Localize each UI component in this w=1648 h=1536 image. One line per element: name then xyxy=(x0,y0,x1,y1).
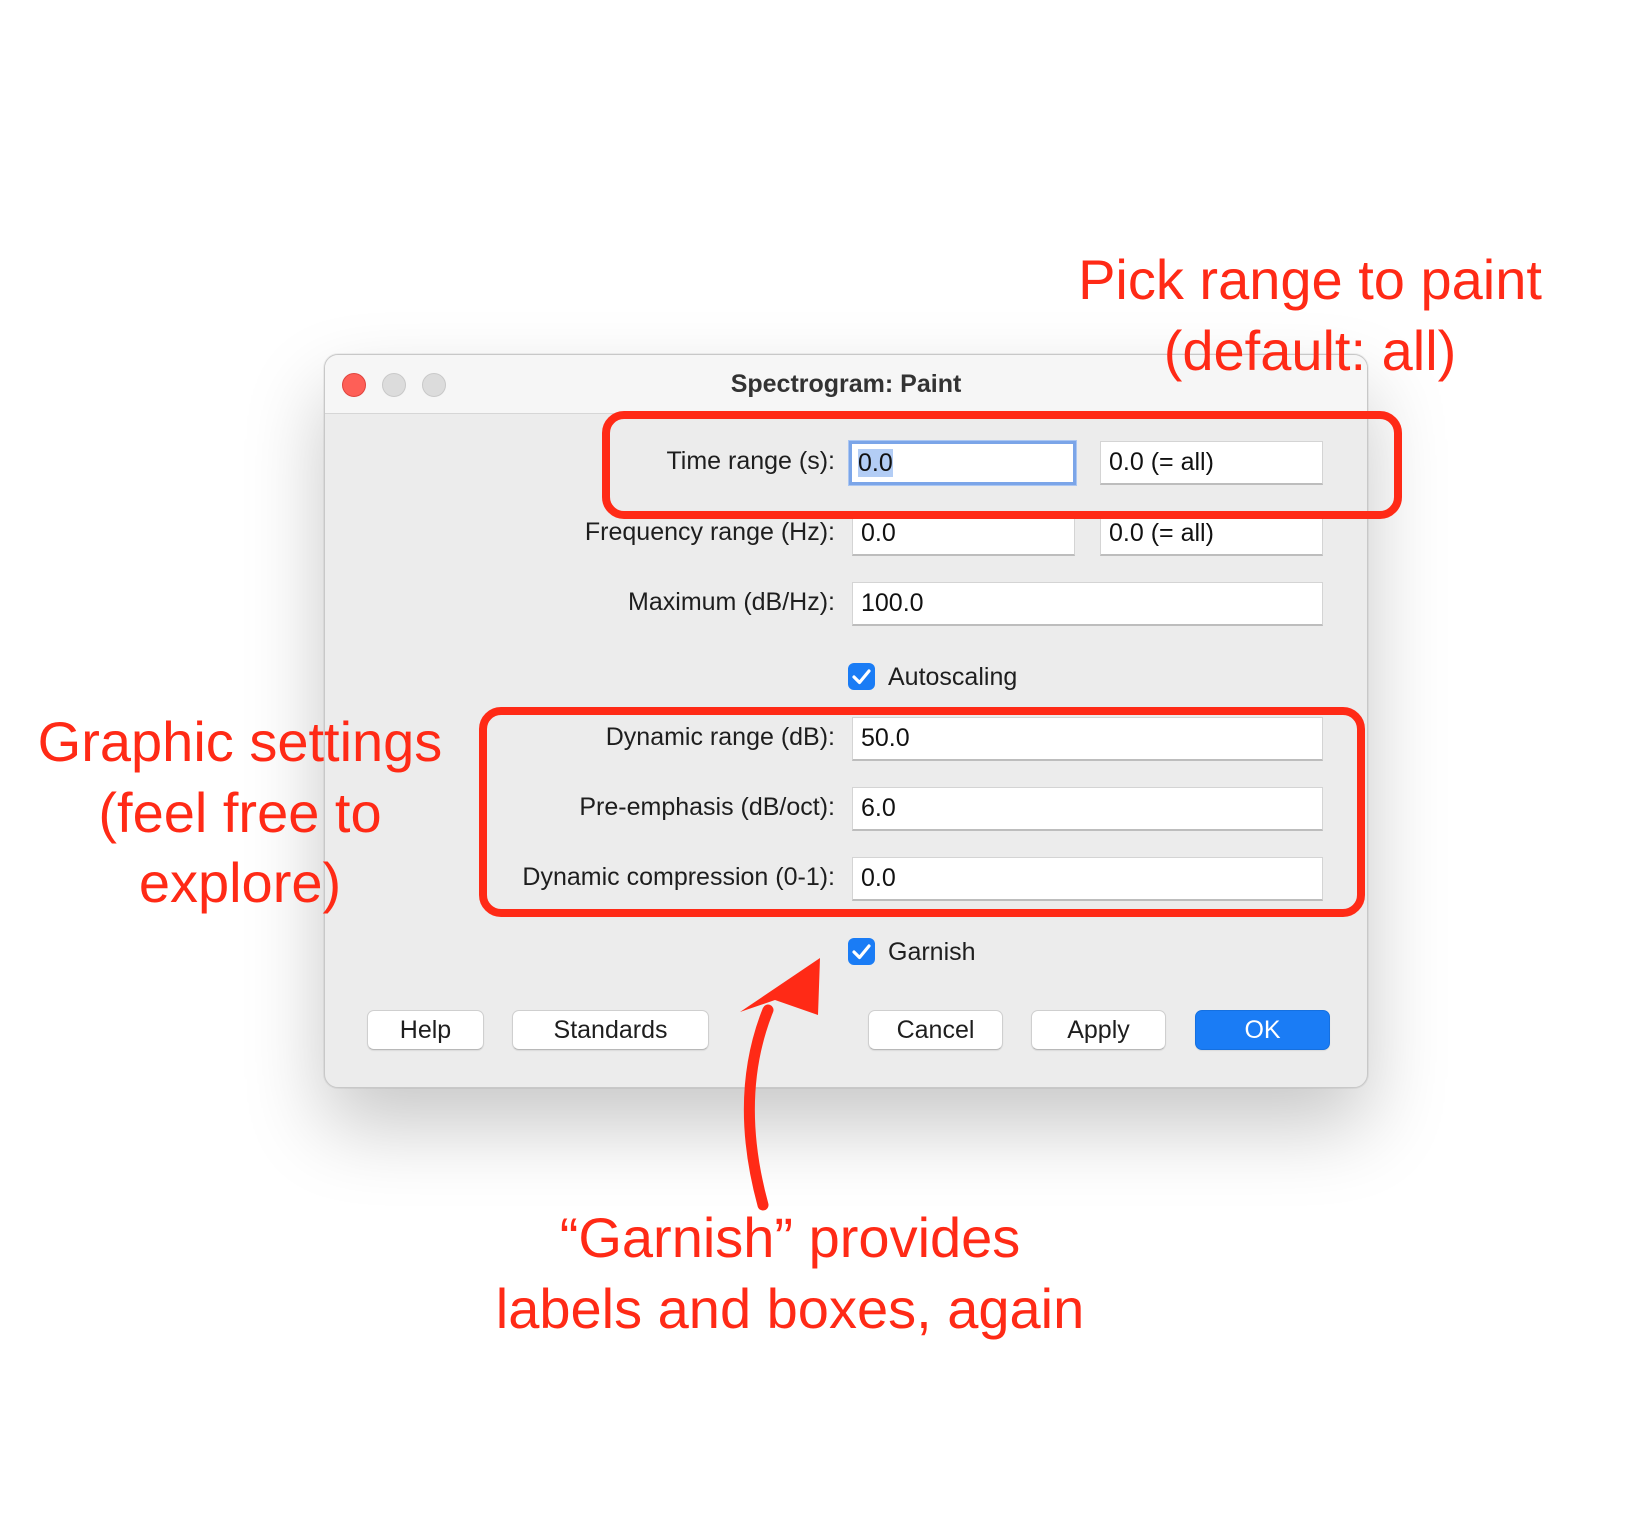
maximum-label: Maximum (dB/Hz): xyxy=(628,588,835,616)
frequency-range-label: Frequency range (Hz): xyxy=(584,518,835,546)
garnish-annotation-line2: labels and boxes, again xyxy=(495,1276,1085,1340)
range-annotation-line2: (default: all) xyxy=(1163,318,1457,382)
help-button[interactable]: Help xyxy=(367,1010,484,1050)
apply-button[interactable]: Apply xyxy=(1031,1010,1166,1050)
garnish-checkbox[interactable]: Garnish xyxy=(848,937,1048,967)
range-highlight-box xyxy=(602,411,1402,519)
autoscaling-check-icon xyxy=(848,663,875,690)
graphic-settings-annotation: Graphic settings (feel free to explore) xyxy=(10,707,470,919)
garnish-annotation: “Garnish” provides labels and boxes, aga… xyxy=(430,1203,1150,1344)
garnish-annotation-line1: “Garnish” provides xyxy=(559,1206,1021,1269)
ok-button[interactable]: OK xyxy=(1195,1010,1330,1050)
range-annotation: Pick range to paint (default: all) xyxy=(1040,245,1580,386)
autoscaling-label: Autoscaling xyxy=(888,663,1018,691)
garnish-check-icon xyxy=(848,938,875,965)
range-annotation-line1: Pick range to paint xyxy=(1078,248,1542,311)
cancel-button[interactable]: Cancel xyxy=(868,1010,1003,1050)
graphic-settings-highlight-box xyxy=(479,707,1365,917)
autoscaling-checkbox[interactable]: Autoscaling xyxy=(848,662,1048,692)
garnish-label: Garnish xyxy=(888,938,976,966)
maximum-field[interactable]: 100.0 xyxy=(852,582,1323,626)
graphic-settings-annotation-line2: (feel free to xyxy=(98,780,382,844)
graphic-settings-annotation-line3: explore) xyxy=(138,851,342,915)
standards-button[interactable]: Standards xyxy=(512,1010,709,1050)
graphic-settings-annotation-line1: Graphic settings xyxy=(37,710,443,773)
